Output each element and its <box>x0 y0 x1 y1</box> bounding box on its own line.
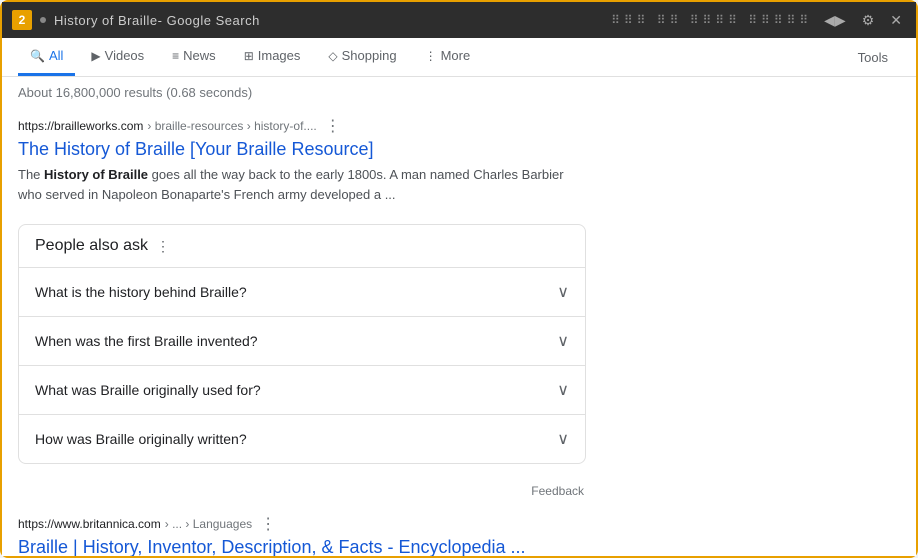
all-icon: 🔍 <box>30 49 45 63</box>
paa-item-1[interactable]: What is the history behind Braille? ∨ <box>19 268 585 317</box>
search-result-2: https://www.britannica.com › ... › Langu… <box>18 514 586 556</box>
tab-more-label: More <box>441 48 471 63</box>
paa-question-4: How was Braille originally written? <box>35 431 247 447</box>
results-area: About 16,800,000 results (0.68 seconds) … <box>2 77 602 556</box>
settings-button[interactable]: ⚙ <box>858 10 879 31</box>
paa-more-icon[interactable]: ⋮ <box>156 238 170 255</box>
feedback-label[interactable]: Feedback <box>531 484 584 498</box>
result-breadcrumb: › braille-resources › history-of.... <box>147 119 316 133</box>
tab-all[interactable]: 🔍 All <box>18 38 75 76</box>
window-controls: ◀▶ ⚙ ✕ <box>820 10 906 31</box>
result-url-row-2: https://www.britannica.com › ... › Langu… <box>18 514 586 534</box>
app-icon-label: 2 <box>19 13 26 27</box>
result-snippet: The History of Braille goes all the way … <box>18 165 586 204</box>
tab-news-label: News <box>183 48 216 63</box>
tab-more[interactable]: ⋮ More <box>413 38 483 76</box>
result-title-link-2[interactable]: Braille | History, Inventor, Description… <box>18 537 526 556</box>
titlebar: 2 History of Braille- Google Search ⠿⠿⠿ … <box>2 2 916 38</box>
paa-question-3: What was Braille originally used for? <box>35 382 261 398</box>
paa-question-1: What is the history behind Braille? <box>35 284 247 300</box>
tab-images-label: Images <box>258 48 301 63</box>
tab-all-label: All <box>49 48 63 63</box>
more-icon: ⋮ <box>425 49 437 63</box>
titlebar-dot <box>40 17 46 23</box>
paa-chevron-1: ∨ <box>557 282 569 302</box>
paa-question-2: When was the first Braille invented? <box>35 333 258 349</box>
result-url-row: https://brailleworks.com › braille-resou… <box>18 116 586 136</box>
result-menu-icon-2[interactable]: ⋮ <box>260 514 276 534</box>
news-icon: ≡ <box>172 49 179 63</box>
tab-images[interactable]: ⊞ Images <box>232 38 313 76</box>
paa-header: People also ask ⋮ <box>19 225 585 268</box>
result-url: https://brailleworks.com <box>18 119 143 133</box>
paa-chevron-4: ∨ <box>557 429 569 449</box>
result-url-2: https://www.britannica.com <box>18 517 161 531</box>
tab-news[interactable]: ≡ News <box>160 38 228 76</box>
search-nav: 🔍 All ▶ Videos ≡ News ⊞ Images ◇ Shoppin… <box>2 38 916 77</box>
paa-item-3[interactable]: What was Braille originally used for? ∨ <box>19 366 585 415</box>
search-result: https://brailleworks.com › braille-resou… <box>18 116 586 204</box>
images-icon: ⊞ <box>244 49 254 63</box>
tab-shopping[interactable]: ◇ Shopping <box>316 38 408 76</box>
paa-item-4[interactable]: How was Braille originally written? ∨ <box>19 415 585 463</box>
paa-item-2[interactable]: When was the first Braille invented? ∨ <box>19 317 585 366</box>
nav-arrows-button[interactable]: ◀▶ <box>820 10 850 31</box>
tab-shopping-label: Shopping <box>342 48 397 63</box>
people-also-ask-section: People also ask ⋮ What is the history be… <box>18 224 586 464</box>
braille-dots-display: ⠿⠿⠿ ⠿⠿ ⠿⠿⠿⠿ ⠿⠿⠿⠿⠿ <box>611 13 812 27</box>
feedback-row: Feedback <box>18 484 586 498</box>
result-title-2: Braille | History, Inventor, Description… <box>18 536 586 556</box>
result-menu-icon[interactable]: ⋮ <box>325 116 341 136</box>
result-breadcrumb-2: › ... › Languages <box>165 517 252 531</box>
tab-videos[interactable]: ▶ Videos <box>79 38 156 76</box>
browser-content: 🔍 All ▶ Videos ≡ News ⊞ Images ◇ Shoppin… <box>2 38 916 556</box>
tab-videos-label: Videos <box>105 48 145 63</box>
result-title-link[interactable]: The History of Braille [Your Braille Res… <box>18 139 373 159</box>
paa-chevron-2: ∨ <box>557 331 569 351</box>
shopping-icon: ◇ <box>328 49 337 63</box>
page-title: History of Braille- Google Search <box>54 13 603 28</box>
tools-button[interactable]: Tools <box>846 40 900 75</box>
results-count: About 16,800,000 results (0.68 seconds) <box>18 85 586 100</box>
videos-icon: ▶ <box>91 49 100 63</box>
paa-title: People also ask <box>35 237 148 255</box>
app-icon: 2 <box>12 10 32 30</box>
result-title: The History of Braille [Your Braille Res… <box>18 138 586 161</box>
close-button[interactable]: ✕ <box>886 10 906 31</box>
paa-chevron-3: ∨ <box>557 380 569 400</box>
